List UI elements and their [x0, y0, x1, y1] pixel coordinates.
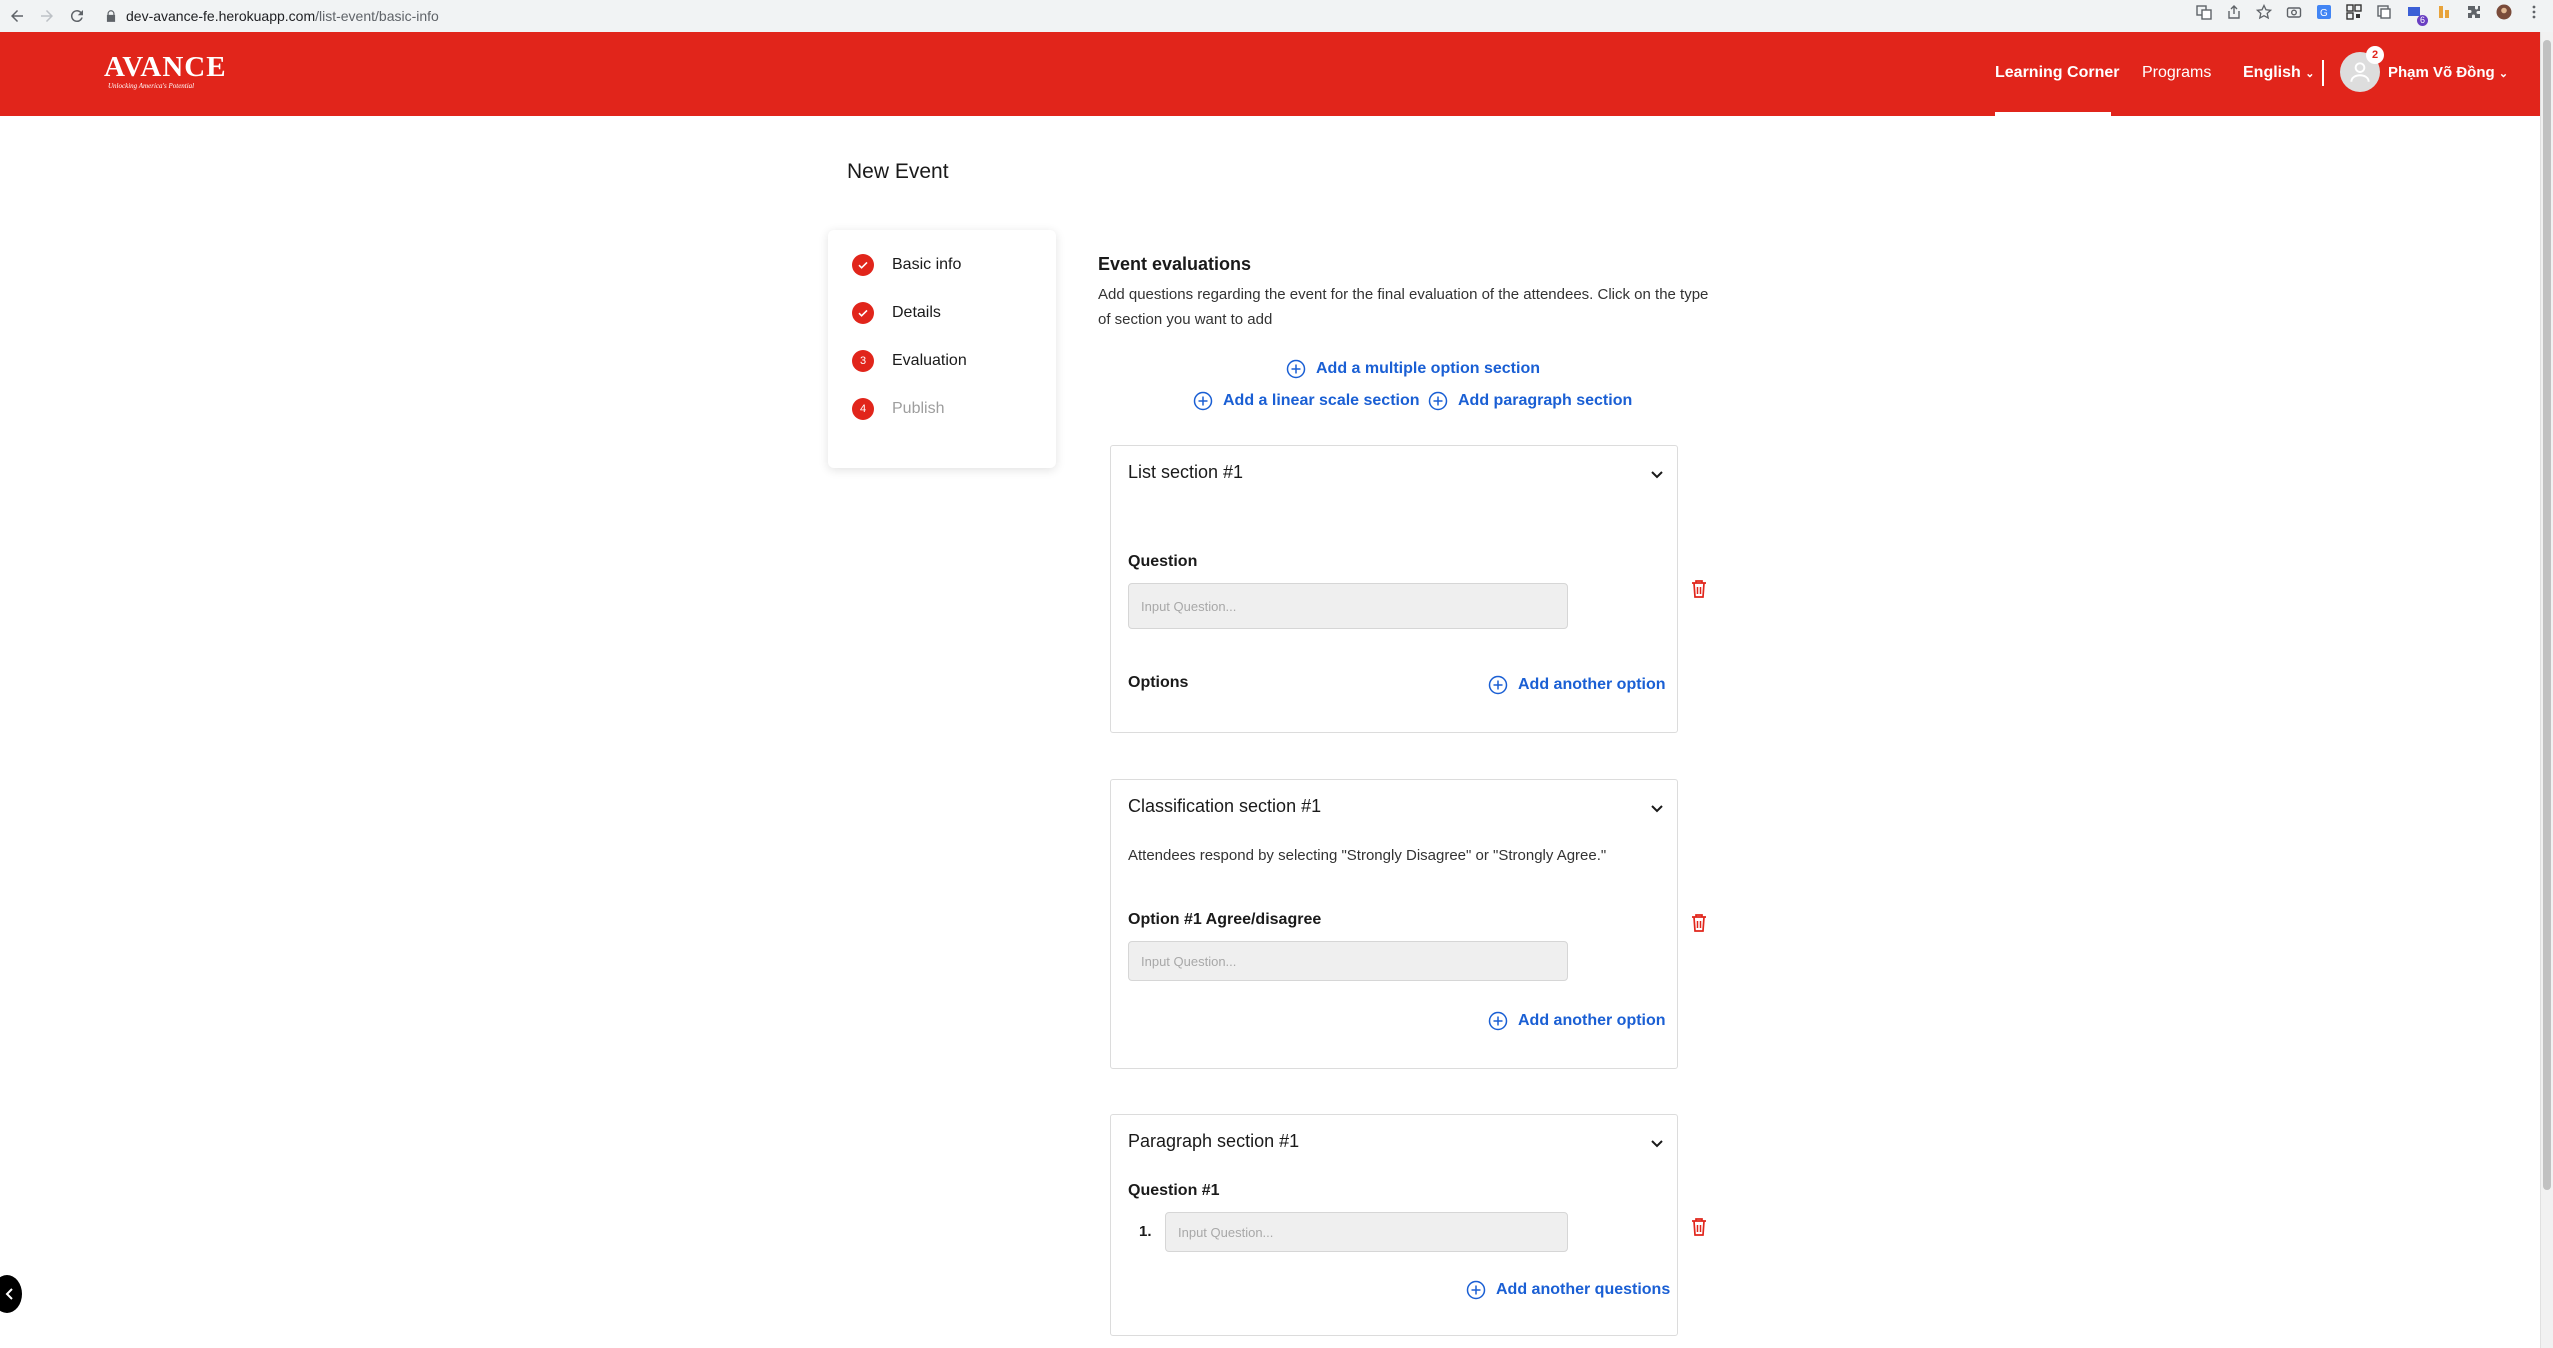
paragraph-section-card: Paragraph section #1 Question #1 1. Add … [1110, 1114, 1678, 1336]
check-icon [852, 254, 874, 276]
add-question-button[interactable]: Add another questions [1466, 1280, 1670, 1300]
url-text: dev-avance-fe.herokuapp.com/list-event/b… [126, 8, 439, 24]
event-stepper: Basic info Details 3 Evaluation 4 Publis… [828, 230, 1056, 468]
extension-icons: G 6 [2195, 3, 2543, 26]
tabs-icon[interactable] [2375, 3, 2393, 21]
step-basic-info[interactable]: Basic info [852, 254, 961, 276]
add-multiple-label: Add a multiple option section [1316, 360, 1540, 377]
question-input[interactable] [1128, 583, 1568, 629]
extension-badge-count: 6 [2416, 15, 2428, 26]
plus-circle-icon [1193, 391, 1213, 411]
browser-toolbar: dev-avance-fe.herokuapp.com/list-event/b… [0, 0, 2553, 33]
add-paragraph-label: Add paragraph section [1458, 392, 1633, 409]
logo-text: AVANCE [104, 51, 227, 83]
user-name: Phạm Võ Đồng [2388, 64, 2495, 81]
option-label: Option #1 Agree/disagree [1128, 911, 1322, 928]
collapse-panel-button[interactable] [0, 1275, 22, 1313]
notification-badge: 2 [2366, 46, 2384, 64]
chevron-left-icon [5, 1288, 13, 1300]
plus-circle-icon [1488, 1011, 1508, 1031]
add-question-label: Add another questions [1496, 1281, 1671, 1298]
extension-badge-icon[interactable]: 6 [2405, 3, 2428, 26]
trash-icon[interactable] [1690, 579, 1708, 599]
header-divider [2322, 60, 2324, 86]
step-label: Evaluation [892, 352, 967, 369]
plus-circle-icon [1286, 359, 1306, 379]
nav-learning-corner[interactable]: Learning Corner [1995, 64, 2119, 82]
question-number: 1. [1139, 1223, 1152, 1240]
add-option-label: Add another option [1518, 1012, 1666, 1029]
check-icon [852, 302, 874, 324]
chevron-down-icon[interactable] [1649, 466, 1665, 482]
add-linear-label: Add a linear scale section [1223, 392, 1420, 409]
bookmark-ext-icon[interactable] [2435, 3, 2453, 21]
list-section-card: List section #1 Question Options Add ano… [1110, 445, 1678, 733]
page-title: New Event [847, 160, 949, 183]
browser-menu-icon[interactable] [2525, 3, 2543, 21]
star-icon[interactable] [2255, 3, 2273, 21]
plus-circle-icon [1488, 675, 1508, 695]
trash-icon[interactable] [1690, 913, 1708, 933]
evaluations-description: Add questions regarding the event for th… [1098, 286, 1709, 328]
classification-section-card: Classification section #1 Attendees resp… [1110, 779, 1678, 1069]
add-multiple-option-section-button[interactable]: Add a multiple option section [1286, 359, 1540, 379]
chevron-down-icon: ⌄ [2305, 68, 2315, 80]
section-title: Paragraph section #1 [1128, 1131, 1300, 1151]
language-dropdown[interactable]: English ⌄ [2243, 64, 2314, 82]
add-linear-scale-section-button[interactable]: Add a linear scale section [1193, 391, 1420, 411]
url-host: dev-avance-fe.herokuapp.com [126, 8, 316, 24]
step-number: 4 [852, 398, 874, 420]
user-icon [2350, 62, 2370, 82]
chevron-down-icon[interactable] [1649, 1135, 1665, 1151]
plus-circle-icon [1466, 1280, 1486, 1300]
forward-icon[interactable] [34, 3, 60, 29]
step-number: 3 [852, 350, 874, 372]
share-icon[interactable] [2225, 3, 2243, 21]
nav-active-indicator [1995, 112, 2111, 116]
add-option-button[interactable]: Add another option [1488, 1011, 1666, 1031]
app-header: AVANCE Unlocking America's Potential Lea… [0, 32, 2540, 116]
step-details[interactable]: Details [852, 302, 941, 324]
logo-tagline: Unlocking America's Potential [108, 82, 195, 90]
profile-icon[interactable] [2495, 3, 2513, 21]
option-input[interactable] [1128, 941, 1568, 981]
evaluations-title: Event evaluations [1098, 254, 1252, 274]
lock-icon [106, 10, 116, 22]
step-evaluation[interactable]: 3 Evaluation [852, 350, 967, 372]
reload-icon[interactable] [64, 3, 90, 29]
language-label: English [2243, 64, 2301, 81]
address-bar[interactable]: dev-avance-fe.herokuapp.com/list-event/b… [104, 3, 439, 29]
section-note: Attendees respond by selecting "Strongly… [1128, 847, 1607, 864]
add-option-button[interactable]: Add another option [1488, 675, 1666, 695]
step-label: Publish [892, 400, 945, 417]
trash-icon[interactable] [1690, 1217, 1708, 1237]
add-option-label: Add another option [1518, 676, 1666, 693]
step-label: Details [892, 304, 941, 321]
avance-logo[interactable]: AVANCE Unlocking America's Potential [104, 51, 227, 92]
step-label: Basic info [892, 256, 962, 273]
paragraph-question-input[interactable] [1165, 1212, 1568, 1252]
chevron-down-icon[interactable] [1649, 800, 1665, 816]
section-title: Classification section #1 [1128, 796, 1322, 816]
step-publish[interactable]: 4 Publish [852, 398, 944, 420]
chevron-down-icon: ⌄ [2498, 68, 2509, 80]
translate-icon[interactable] [2195, 3, 2213, 21]
add-paragraph-section-button[interactable]: Add paragraph section [1428, 391, 1632, 411]
puzzle-icon[interactable] [2465, 3, 2483, 21]
user-menu[interactable]: Phạm Võ Đồng ⌄ [2388, 64, 2508, 81]
google-translate-icon[interactable]: G [2315, 3, 2333, 21]
camera-icon[interactable] [2285, 3, 2303, 21]
options-label: Options [1128, 674, 1189, 691]
qr-icon[interactable] [2345, 3, 2363, 21]
url-path: /list-event/basic-info [315, 8, 439, 24]
svg-text:G: G [2320, 8, 2328, 19]
plus-circle-icon [1428, 391, 1448, 411]
nav-programs[interactable]: Programs [2142, 64, 2211, 82]
back-icon[interactable] [4, 3, 30, 29]
question-label: Question #1 [1128, 1182, 1220, 1199]
section-title: List section #1 [1128, 462, 1244, 482]
scrollbar-thumb[interactable] [2543, 40, 2551, 1190]
question-label: Question [1128, 553, 1198, 570]
